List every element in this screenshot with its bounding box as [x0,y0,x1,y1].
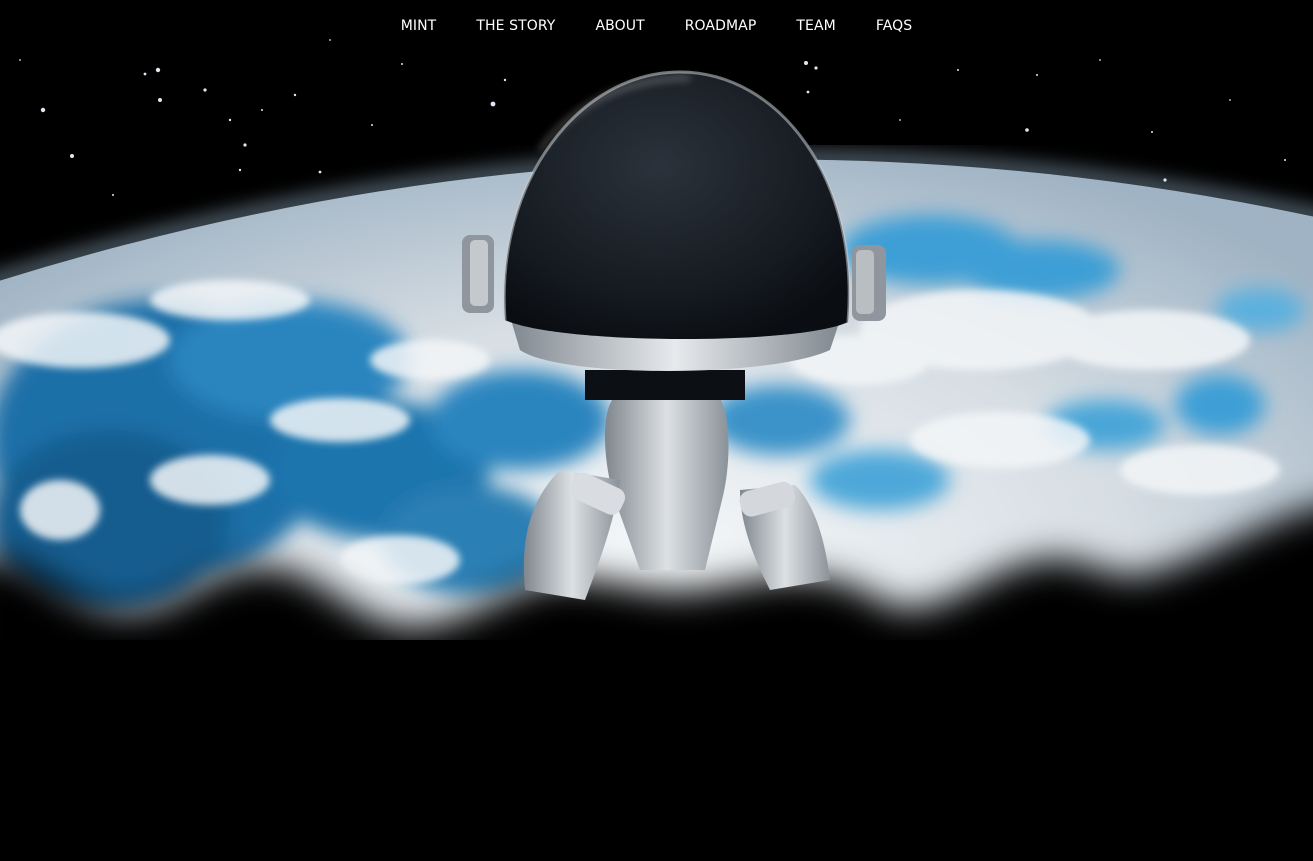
nav-link-roadmap[interactable]: ROADMAP [665,0,777,52]
nav-link-the-story[interactable]: THE STORY [456,0,575,52]
nav-link-team[interactable]: TEAM [776,0,855,52]
hero-scene [0,0,1313,861]
nav-link-mint[interactable]: MINT [381,0,457,52]
top-navigation: MINT THE STORY ABOUT ROADMAP TEAM FAQS [0,0,1313,52]
nav-link-about[interactable]: ABOUT [575,0,664,52]
hero-section: MINT THE STORY ABOUT ROADMAP TEAM FAQS [0,0,1313,861]
nav-link-faqs[interactable]: FAQS [856,0,932,52]
